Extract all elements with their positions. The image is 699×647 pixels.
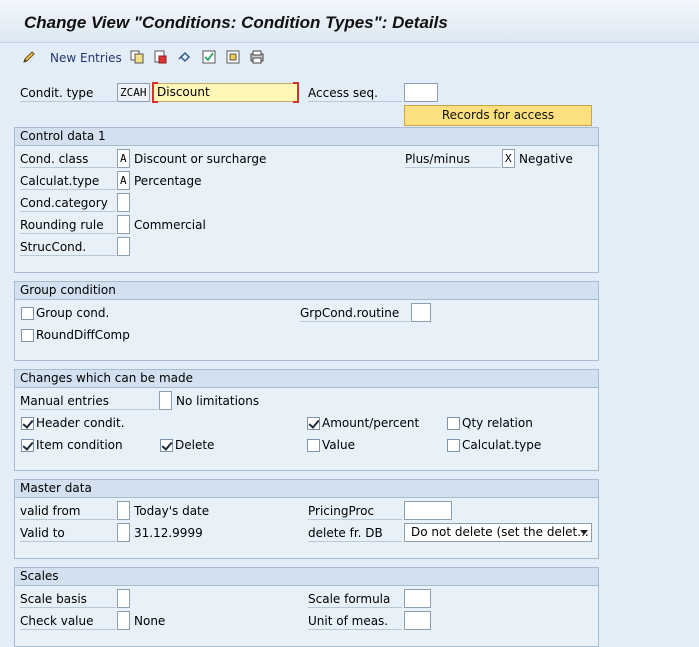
unit-meas-input[interactable]: [404, 611, 431, 630]
round-diff-comp-checkbox[interactable]: [21, 329, 34, 342]
changes-title: Changes which can be made: [15, 370, 598, 388]
delete-label: Delete: [175, 438, 215, 452]
new-entries-label: New Entries: [50, 51, 122, 65]
delete-db-label: delete fr. DB: [308, 525, 402, 542]
records-for-access-button[interactable]: Records for access: [404, 105, 592, 126]
cond-class-text: Discount or surcharge: [134, 152, 267, 166]
delete-db-value: Do not delete (set the delet...: [411, 525, 589, 539]
unit-meas-label: Unit of meas.: [308, 613, 402, 630]
group-cond-checkbox[interactable]: [21, 307, 34, 320]
access-seq-label: Access seq.: [308, 85, 402, 102]
item-condition-label: Item condition: [36, 438, 123, 452]
condit-type-label: Condit. type: [20, 85, 116, 102]
amount-percent-label: Amount/percent: [322, 416, 420, 430]
grpcond-routine-label: GrpCond.routine: [300, 305, 410, 322]
copy-icon[interactable]: [130, 50, 144, 64]
check-value-text: None: [134, 614, 166, 628]
plus-minus-text: Negative: [519, 152, 573, 166]
delete-checkbox[interactable]: [160, 439, 173, 452]
valid-from-text: Today's date: [134, 504, 210, 518]
calc-type-input[interactable]: A: [117, 171, 130, 190]
pricing-proc-label: PricingProc: [308, 503, 402, 520]
application-toolbar: New Entries: [0, 44, 699, 72]
plus-minus-label: Plus/minus: [405, 151, 501, 168]
header-condit-checkbox[interactable]: [21, 417, 34, 430]
condit-type-code-field[interactable]: ZCAH: [117, 83, 150, 102]
control-data-title: Control data 1: [15, 128, 598, 146]
calc-type-change-label: Calculat.type: [462, 438, 542, 452]
undo-icon[interactable]: [178, 50, 192, 64]
valid-to-text: 31.12.9999: [134, 526, 203, 540]
scale-formula-input[interactable]: [404, 589, 431, 608]
scale-formula-label: Scale formula: [308, 591, 402, 608]
plus-minus-input[interactable]: X: [502, 149, 515, 168]
cond-class-input[interactable]: A: [117, 149, 130, 168]
valid-to-input[interactable]: [117, 523, 130, 542]
delete-db-select[interactable]: Do not delete (set the delet...: [404, 523, 592, 542]
scales-title: Scales: [15, 568, 598, 586]
group-cond-label: Group cond.: [36, 306, 110, 320]
scale-basis-input[interactable]: [117, 589, 130, 608]
calc-type-label: Calculat.type: [20, 173, 116, 190]
qty-relation-checkbox[interactable]: [447, 417, 460, 430]
check-value-label: Check value: [20, 613, 116, 630]
qty-relation-label: Qty relation: [462, 416, 533, 430]
rounding-rule-input[interactable]: [117, 215, 130, 234]
master-data-title: Master data: [15, 480, 598, 498]
calc-type-text: Percentage: [134, 174, 202, 188]
access-seq-input[interactable]: [404, 83, 438, 102]
rounding-rule-label: Rounding rule: [20, 217, 116, 234]
value-checkbox[interactable]: [307, 439, 320, 452]
valid-from-input[interactable]: [117, 501, 130, 520]
page-title: Change View "Conditions: Condition Types…: [24, 13, 448, 32]
valid-from-label: valid from: [20, 503, 116, 520]
cond-category-input[interactable]: [117, 193, 130, 212]
header-condit-label: Header condit.: [36, 416, 125, 430]
pricing-proc-input[interactable]: [404, 501, 452, 520]
rounding-rule-text: Commercial: [134, 218, 206, 232]
cond-class-label: Cond. class: [20, 151, 116, 168]
scale-basis-label: Scale basis: [20, 591, 116, 608]
delete-icon[interactable]: [153, 50, 167, 64]
title-bar: Change View "Conditions: Condition Types…: [0, 0, 699, 43]
calc-type-checkbox[interactable]: [447, 439, 460, 452]
select-all-icon[interactable]: [202, 50, 216, 64]
item-condition-checkbox[interactable]: [21, 439, 34, 452]
print-icon[interactable]: [250, 50, 264, 64]
valid-to-label: Valid to: [20, 525, 116, 542]
pen-icon[interactable]: [22, 50, 36, 64]
round-diff-comp-label: RoundDiffComp: [36, 328, 130, 342]
dropdown-arrow-icon[interactable]: [580, 530, 588, 535]
manual-entries-input[interactable]: [159, 391, 172, 410]
amount-percent-checkbox[interactable]: [307, 417, 320, 430]
condit-type-description-input[interactable]: Discount: [152, 82, 299, 103]
grpcond-routine-input[interactable]: [411, 303, 431, 322]
manual-entries-label: Manual entries: [20, 393, 158, 410]
value-label: Value: [322, 438, 355, 452]
check-value-input[interactable]: [117, 611, 130, 630]
new-entries-button[interactable]: New Entries: [50, 49, 122, 67]
cond-category-label: Cond.category: [20, 195, 116, 212]
deselect-icon[interactable]: [226, 50, 240, 64]
manual-entries-text: No limitations: [176, 394, 260, 408]
group-condition-title: Group condition: [15, 282, 598, 300]
struc-cond-label: StrucCond.: [20, 239, 116, 256]
struc-cond-input[interactable]: [117, 237, 130, 256]
